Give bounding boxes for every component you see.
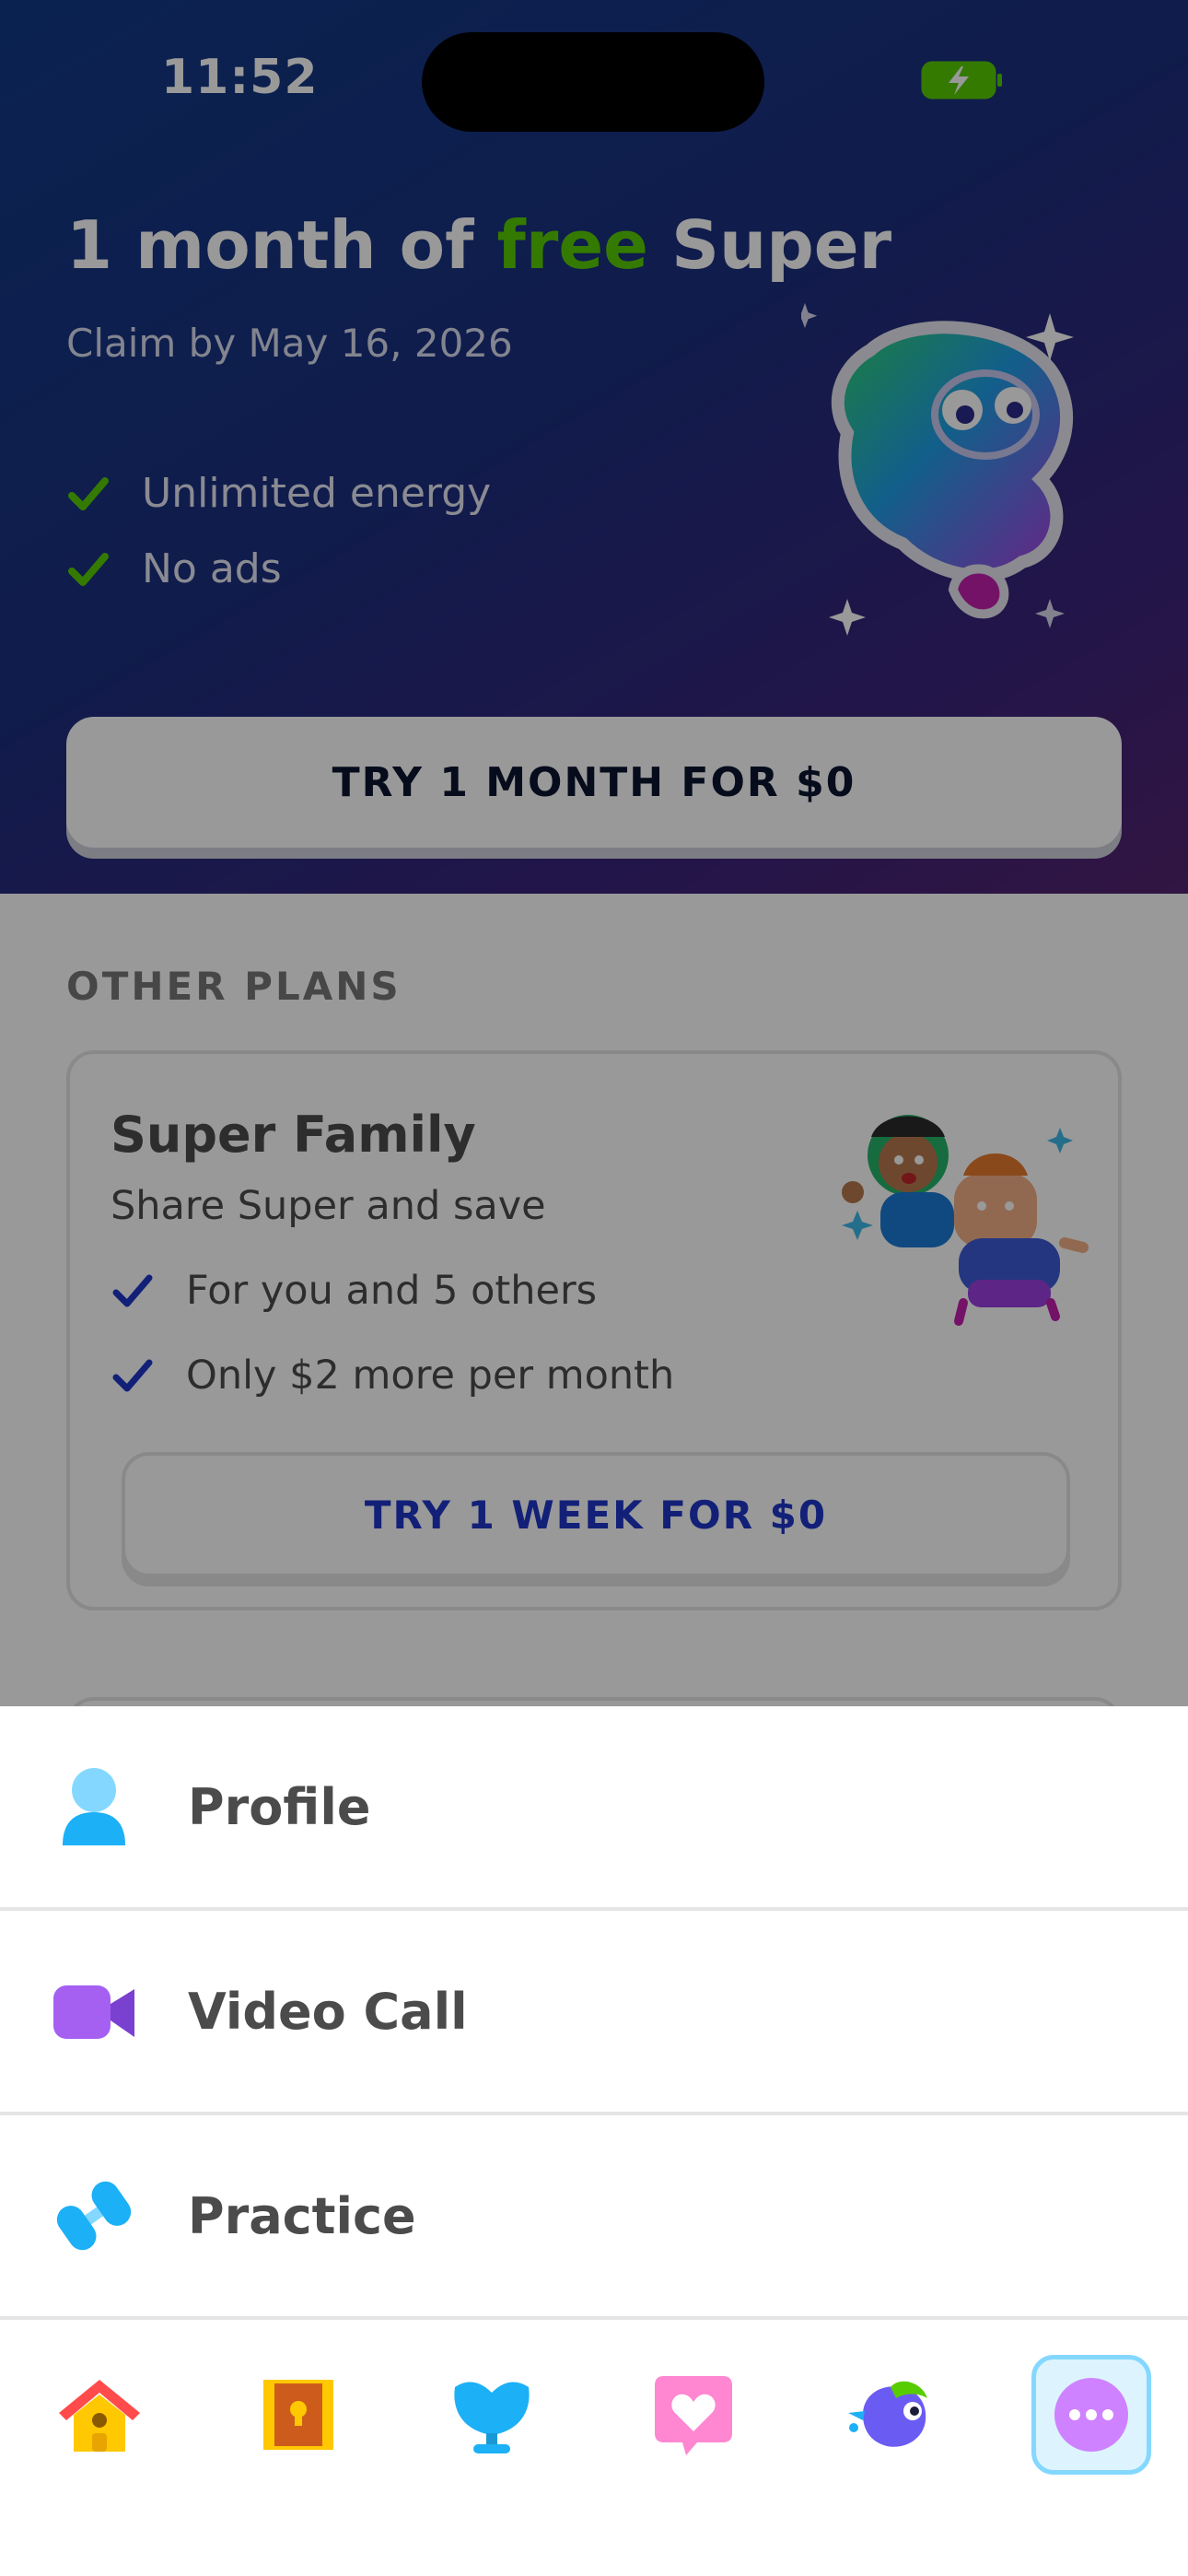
home-icon <box>59 2380 140 2452</box>
bird-icon <box>848 2381 927 2447</box>
tab-learn[interactable] <box>41 2357 157 2473</box>
heart-chat-icon <box>655 2376 732 2455</box>
menu-item-label: Practice <box>188 2186 416 2245</box>
treasure-chest-icon <box>263 2380 333 2450</box>
tab-leaderboard[interactable] <box>240 2357 356 2473</box>
tab-quests[interactable] <box>434 2357 550 2473</box>
video-camera-icon <box>53 1985 134 2039</box>
dumbbell-icon <box>56 2181 132 2251</box>
shield-trophy-icon <box>454 2382 530 2453</box>
tab-shop[interactable] <box>834 2357 950 2473</box>
menu-item-label: Profile <box>188 1777 371 1836</box>
tab-friends[interactable] <box>635 2357 751 2473</box>
more-icon <box>1054 2378 1128 2452</box>
menu-item-practice[interactable]: Practice <box>0 2115 1188 2316</box>
dim-overlay[interactable] <box>0 0 1188 1706</box>
tab-more[interactable] <box>1031 2355 1151 2475</box>
profile-icon <box>63 1768 125 1845</box>
menu-item-profile[interactable]: Profile <box>0 1706 1188 1907</box>
menu-item-video-call[interactable]: Video Call <box>0 1911 1188 2112</box>
more-menu-sheet: Profile Video Call Practice <box>0 1706 1188 2320</box>
menu-item-label: Video Call <box>188 1982 468 2041</box>
bottom-tab-bar <box>0 2320 1188 2576</box>
